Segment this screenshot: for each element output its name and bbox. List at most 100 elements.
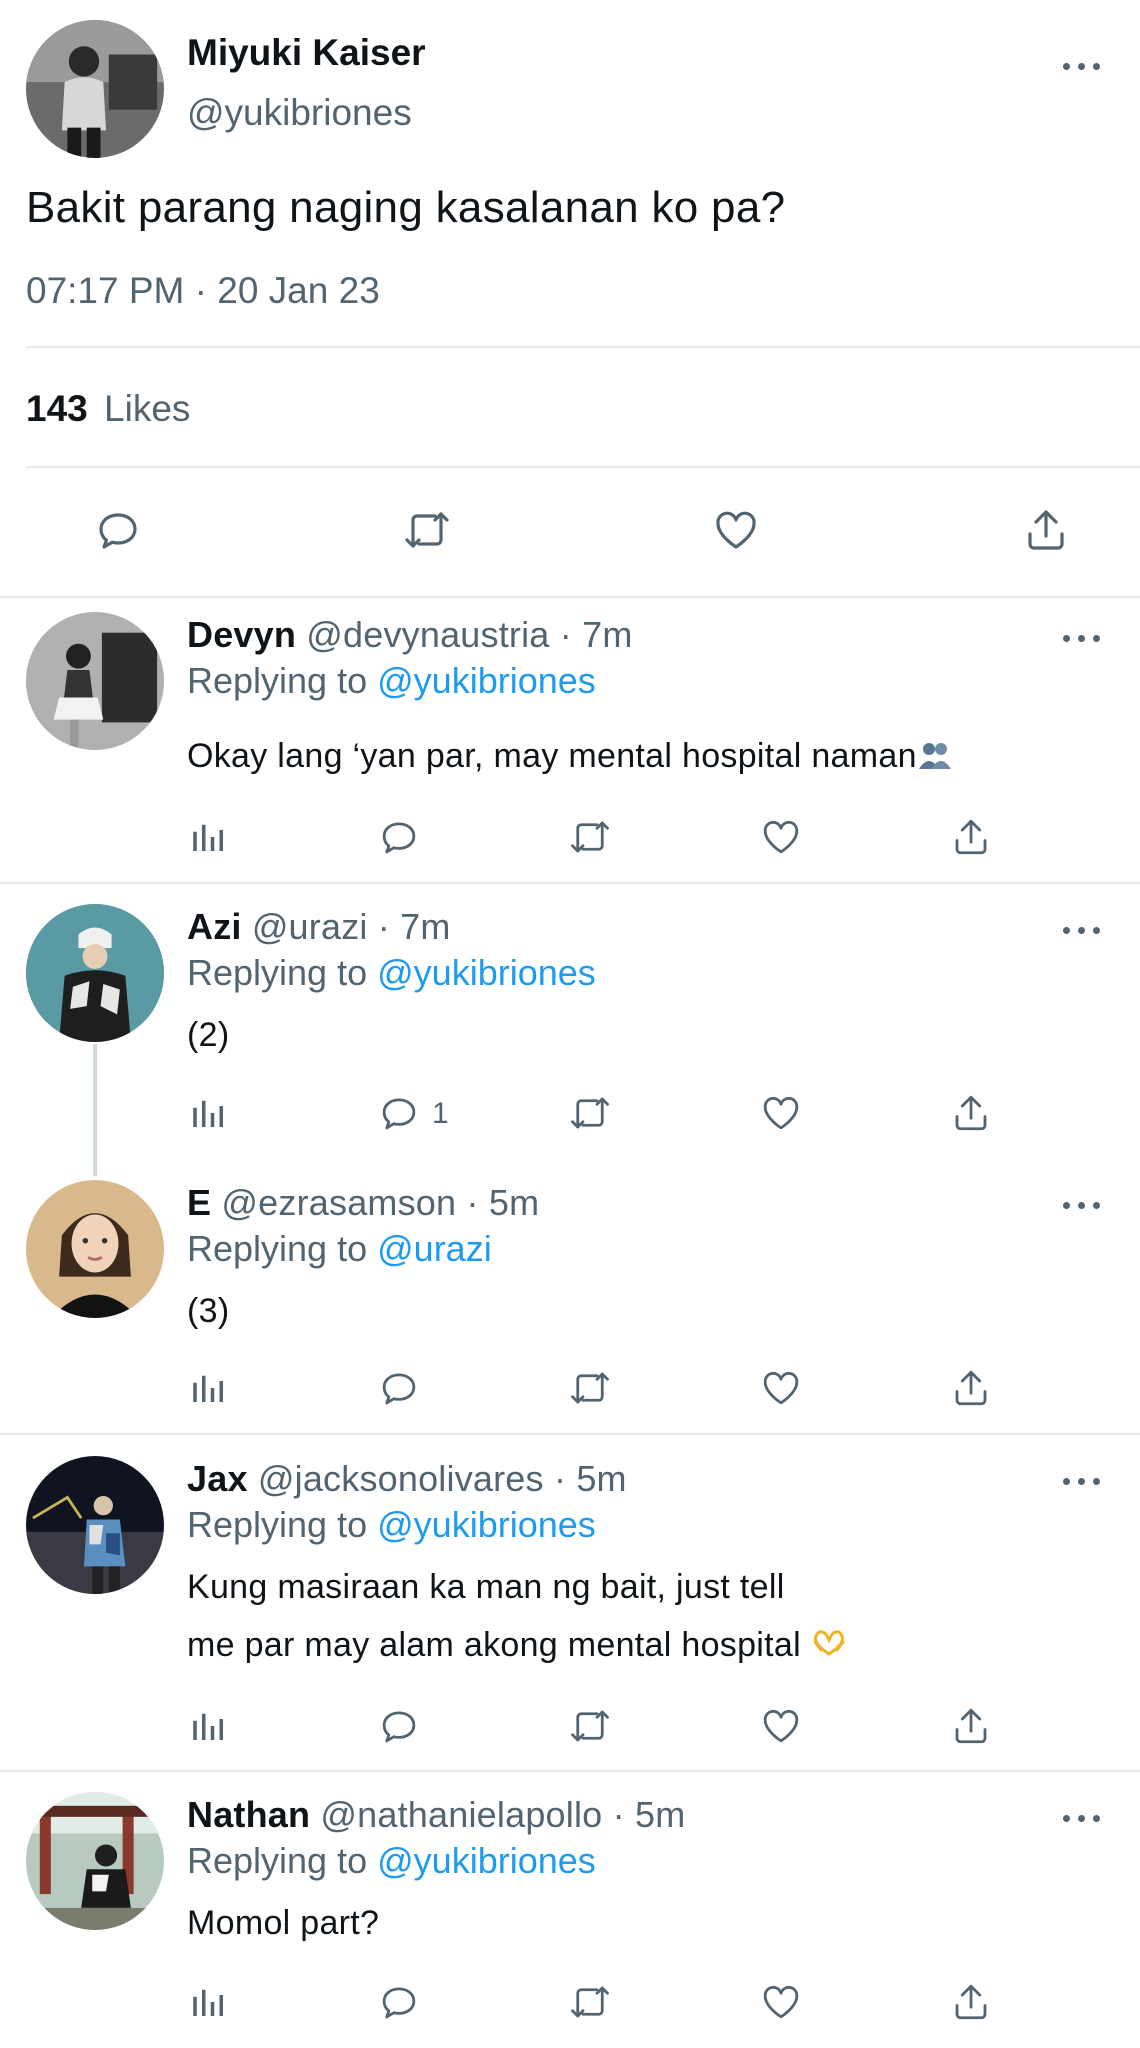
likes-count: 143 bbox=[26, 388, 88, 429]
heart-hands-emoji-icon bbox=[811, 1618, 847, 1656]
reply-time[interactable]: · 5m bbox=[554, 1458, 627, 1499]
reply-icon[interactable] bbox=[378, 1367, 420, 1409]
handle[interactable]: @devynaustria bbox=[306, 614, 549, 655]
reply-header: E @ezrasamson · 5m bbox=[187, 1182, 539, 1224]
reply-text: (3) bbox=[187, 1292, 230, 1330]
reply-text-content: Okay lang ‘yan par, may mental hospital … bbox=[187, 737, 917, 775]
reply-count: 1 bbox=[432, 1097, 449, 1130]
replying-to: Replying to @urazi bbox=[187, 1228, 492, 1270]
replying-prefix: Replying to bbox=[187, 952, 368, 993]
avatar[interactable] bbox=[26, 1180, 164, 1318]
replying-prefix: Replying to bbox=[187, 1228, 368, 1269]
tweet-timestamp[interactable]: 07:17 PM · 20 Jan 23 bbox=[26, 270, 380, 312]
reply-icon[interactable] bbox=[378, 1092, 420, 1134]
like-icon[interactable] bbox=[760, 1981, 802, 2023]
divider bbox=[0, 596, 1140, 598]
divider bbox=[0, 882, 1140, 884]
like-icon[interactable] bbox=[760, 1367, 802, 1409]
mention-link[interactable]: @yukibriones bbox=[377, 1504, 596, 1545]
replying-prefix: Replying to bbox=[187, 1840, 368, 1881]
mention-link[interactable]: @yukibriones bbox=[377, 952, 596, 993]
mention-link[interactable]: @yukibriones bbox=[377, 660, 596, 701]
retweet-icon[interactable] bbox=[569, 1092, 611, 1134]
display-name[interactable]: Miyuki Kaiser bbox=[187, 32, 426, 74]
share-icon[interactable] bbox=[950, 1367, 992, 1409]
reply-time[interactable]: · 5m bbox=[613, 1794, 686, 1835]
share-icon[interactable] bbox=[950, 816, 992, 858]
handle[interactable]: @yukibriones bbox=[187, 92, 412, 134]
share-icon[interactable] bbox=[950, 1092, 992, 1134]
reply-header: Jax @jacksonolivares · 5m bbox=[187, 1458, 627, 1500]
replying-to: Replying to @yukibriones bbox=[187, 1840, 596, 1882]
reply-icon[interactable] bbox=[378, 1981, 420, 2023]
reply-text-line-2: me par may alam akong mental hospital bbox=[187, 1616, 847, 1674]
reply-text: Okay lang ‘yan par, may mental hospital … bbox=[187, 727, 953, 785]
likes-stat[interactable]: 143 Likes bbox=[26, 388, 190, 430]
replying-to: Replying to @yukibriones bbox=[187, 952, 596, 994]
more-icon[interactable] bbox=[1063, 1474, 1103, 1488]
divider bbox=[0, 1433, 1140, 1435]
replying-to: Replying to @yukibriones bbox=[187, 660, 596, 702]
share-icon[interactable] bbox=[950, 1705, 992, 1747]
replying-prefix: Replying to bbox=[187, 660, 368, 701]
avatar[interactable] bbox=[26, 20, 164, 158]
divider bbox=[26, 346, 1140, 348]
reply-icon[interactable] bbox=[378, 816, 420, 858]
share-icon[interactable] bbox=[1022, 506, 1070, 554]
like-icon[interactable] bbox=[712, 506, 760, 554]
reply-header: Nathan @nathanielapollo · 5m bbox=[187, 1794, 685, 1836]
mention-link[interactable]: @urazi bbox=[377, 1228, 492, 1269]
handle[interactable]: @jacksonolivares bbox=[258, 1458, 544, 1499]
reply-text: Momol part? bbox=[187, 1904, 380, 1942]
like-icon[interactable] bbox=[760, 816, 802, 858]
avatar[interactable] bbox=[26, 904, 164, 1042]
reply-text-content: me par may alam akong mental hospital bbox=[187, 1626, 801, 1664]
people-emoji-icon bbox=[917, 729, 953, 769]
display-name[interactable]: E bbox=[187, 1182, 211, 1223]
avatar[interactable] bbox=[26, 1792, 164, 1930]
divider bbox=[0, 1770, 1140, 1772]
replying-prefix: Replying to bbox=[187, 1504, 368, 1545]
more-icon[interactable] bbox=[1063, 1811, 1103, 1825]
display-name[interactable]: Jax bbox=[187, 1458, 248, 1499]
display-name[interactable]: Devyn bbox=[187, 614, 296, 655]
thread-line bbox=[93, 1044, 97, 1176]
like-icon[interactable] bbox=[760, 1705, 802, 1747]
reply-text-line-1: Kung masiraan ka man ng bait, just tell bbox=[187, 1568, 785, 1606]
retweet-icon[interactable] bbox=[569, 1367, 611, 1409]
like-icon[interactable] bbox=[760, 1092, 802, 1134]
reply-time[interactable]: · 7m bbox=[560, 614, 633, 655]
tweet-text: Bakit parang naging kasalanan ko pa? bbox=[26, 183, 786, 232]
avatar[interactable] bbox=[26, 612, 164, 750]
reply-icon[interactable] bbox=[94, 506, 142, 554]
more-icon[interactable] bbox=[1063, 1198, 1103, 1212]
reply-time[interactable]: · 7m bbox=[378, 906, 451, 947]
reply-header: Azi @urazi · 7m bbox=[187, 906, 451, 948]
retweet-icon[interactable] bbox=[569, 816, 611, 858]
more-icon[interactable] bbox=[1063, 923, 1103, 937]
analytics-icon[interactable] bbox=[188, 1092, 230, 1134]
handle[interactable]: @ezrasamson bbox=[221, 1182, 456, 1223]
analytics-icon[interactable] bbox=[188, 816, 230, 858]
retweet-icon[interactable] bbox=[403, 506, 451, 554]
analytics-icon[interactable] bbox=[188, 1705, 230, 1747]
divider bbox=[26, 466, 1140, 468]
retweet-icon[interactable] bbox=[569, 1981, 611, 2023]
avatar[interactable] bbox=[26, 1456, 164, 1594]
display-name[interactable]: Nathan bbox=[187, 1794, 310, 1835]
reply-text: (2) bbox=[187, 1016, 230, 1054]
retweet-icon[interactable] bbox=[569, 1705, 611, 1747]
replying-to: Replying to @yukibriones bbox=[187, 1504, 596, 1546]
handle[interactable]: @urazi bbox=[252, 906, 368, 947]
more-icon[interactable] bbox=[1063, 631, 1103, 645]
display-name[interactable]: Azi bbox=[187, 906, 242, 947]
mention-link[interactable]: @yukibriones bbox=[377, 1840, 596, 1881]
reply-time[interactable]: · 5m bbox=[466, 1182, 539, 1223]
analytics-icon[interactable] bbox=[188, 1981, 230, 2023]
analytics-icon[interactable] bbox=[188, 1367, 230, 1409]
share-icon[interactable] bbox=[950, 1981, 992, 2023]
likes-label: Likes bbox=[104, 388, 191, 429]
more-icon[interactable] bbox=[1063, 59, 1103, 73]
handle[interactable]: @nathanielapollo bbox=[320, 1794, 602, 1835]
reply-icon[interactable] bbox=[378, 1705, 420, 1747]
